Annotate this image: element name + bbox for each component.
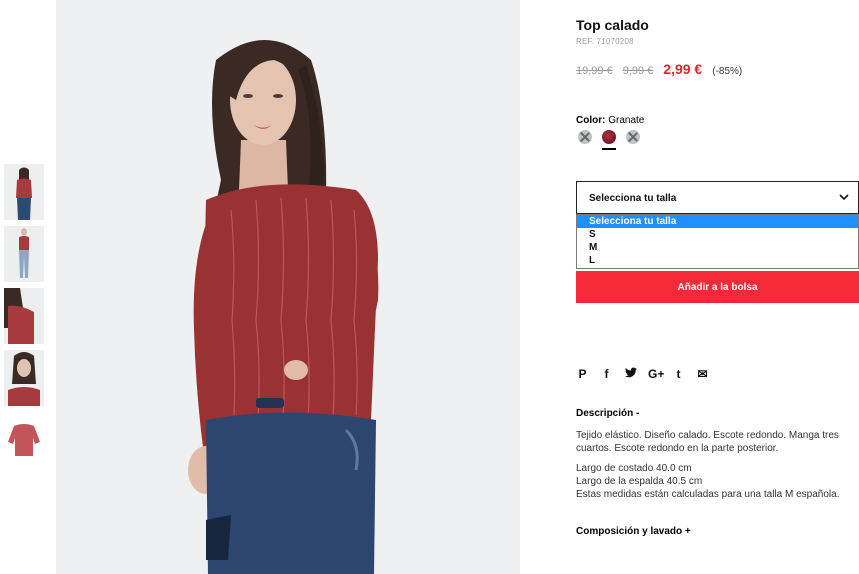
- color-value: Granate: [608, 115, 645, 126]
- size-option-m[interactable]: M: [577, 241, 858, 254]
- thumbnail-image: [4, 412, 44, 468]
- thumbnail-list: [4, 164, 44, 474]
- discount-badge: (-85%): [712, 66, 743, 77]
- pinterest-icon[interactable]: P: [576, 367, 589, 381]
- measure-side: Largo de costado 40.0 cm: [576, 463, 692, 474]
- measure-back: Largo de la espalda 40.5 cm: [576, 476, 703, 487]
- size-select[interactable]: Selecciona tu talla: [576, 181, 859, 214]
- price-current: 2,99 €: [663, 61, 703, 77]
- description-body: Tejido elástico. Diseño calado. Escote r…: [576, 429, 859, 501]
- color-label-title: Color:: [576, 115, 606, 126]
- main-product-image: [56, 0, 520, 574]
- price-previous: 9,99 €: [622, 65, 654, 77]
- size-select-value: Selecciona tu talla: [589, 193, 677, 204]
- selected-swatch-indicator: [602, 148, 616, 150]
- thumbnail-image: [4, 164, 44, 220]
- color-swatch-granate[interactable]: [602, 130, 616, 144]
- thumbnail-image: [4, 288, 44, 344]
- size-dropdown: Selecciona tu talla S M L: [576, 214, 859, 269]
- composition-toggle[interactable]: Composición y lavado +: [576, 526, 691, 537]
- size-option-placeholder[interactable]: Selecciona tu talla: [577, 215, 858, 228]
- thumbnail-2[interactable]: [4, 226, 44, 282]
- price-original: 19,99 €: [576, 65, 613, 77]
- product-title: Top calado: [576, 17, 649, 33]
- measure-note: Estas medidas están calculadas para una …: [576, 489, 840, 500]
- facebook-icon[interactable]: f: [600, 367, 613, 381]
- googleplus-icon[interactable]: G+: [648, 367, 664, 381]
- thumbnail-5[interactable]: [4, 412, 44, 468]
- thumbnail-image: [4, 226, 44, 282]
- price-block: 19,99 € 9,99 € 2,99 € (-85%): [576, 61, 742, 77]
- color-label: Color: Granate: [576, 115, 644, 126]
- size-option-s[interactable]: S: [577, 228, 858, 241]
- description-text: Tejido elástico. Diseño calado. Escote r…: [576, 430, 839, 454]
- chevron-down-icon: [839, 194, 849, 201]
- color-swatches: [578, 130, 650, 144]
- thumbnail-image: [4, 350, 44, 406]
- description-toggle[interactable]: Descripción -: [576, 408, 639, 419]
- model-photo: [56, 0, 520, 574]
- tumblr-icon[interactable]: t: [672, 367, 685, 381]
- color-swatch-unavailable-1[interactable]: [578, 130, 592, 144]
- product-ref: REF. 71070208: [576, 37, 634, 46]
- thumbnail-4[interactable]: [4, 350, 44, 406]
- email-icon[interactable]: ✉: [696, 367, 709, 381]
- add-to-bag-button[interactable]: Añadir a la bolsa: [576, 271, 859, 303]
- twitter-icon[interactable]: [624, 367, 637, 381]
- thumbnail-3[interactable]: [4, 288, 44, 344]
- thumbnail-1[interactable]: [4, 164, 44, 220]
- color-swatch-unavailable-2[interactable]: [626, 130, 640, 144]
- size-option-l[interactable]: L: [577, 254, 858, 267]
- social-share: P f G+ t ✉: [576, 367, 720, 381]
